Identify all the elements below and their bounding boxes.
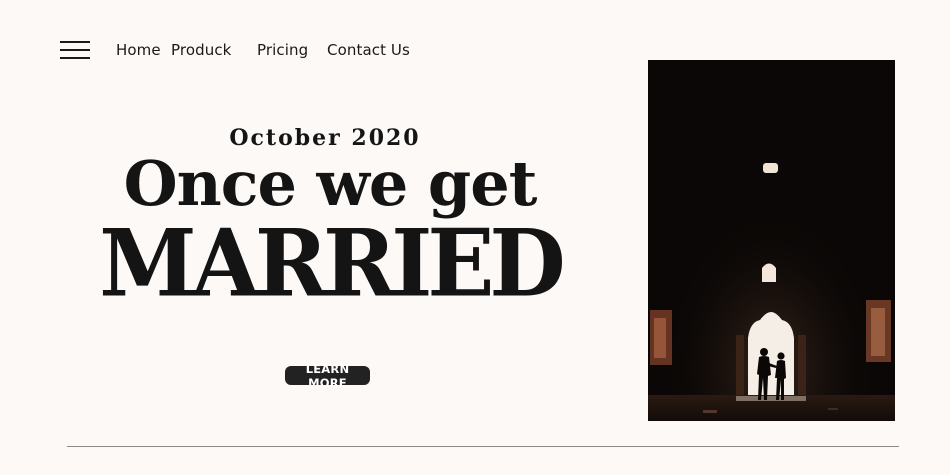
menu-line [60, 57, 90, 59]
photo-illustration [648, 60, 895, 421]
headline-line-2: MARRIED [99, 208, 566, 318]
couple-silhouette-photo [648, 60, 895, 421]
nav-pricing-link[interactable]: Pricing [257, 41, 308, 59]
hero-section: October 2020 Once we get MARRIED [90, 125, 570, 318]
menu-line [60, 41, 90, 43]
footer-divider [67, 446, 899, 447]
nav-produck-link[interactable]: Produck [171, 41, 231, 59]
learn-more-button[interactable]: LEARN MORE [285, 362, 370, 390]
landing-page: Home Produck Pricing Contact Us October … [0, 0, 950, 475]
nav-contact-link[interactable]: Contact Us [327, 41, 410, 59]
headline-line-1: Once we get [123, 147, 538, 220]
nav-home-link[interactable]: Home [116, 41, 161, 59]
menu-line [60, 49, 90, 51]
hamburger-menu-icon[interactable] [60, 41, 90, 61]
